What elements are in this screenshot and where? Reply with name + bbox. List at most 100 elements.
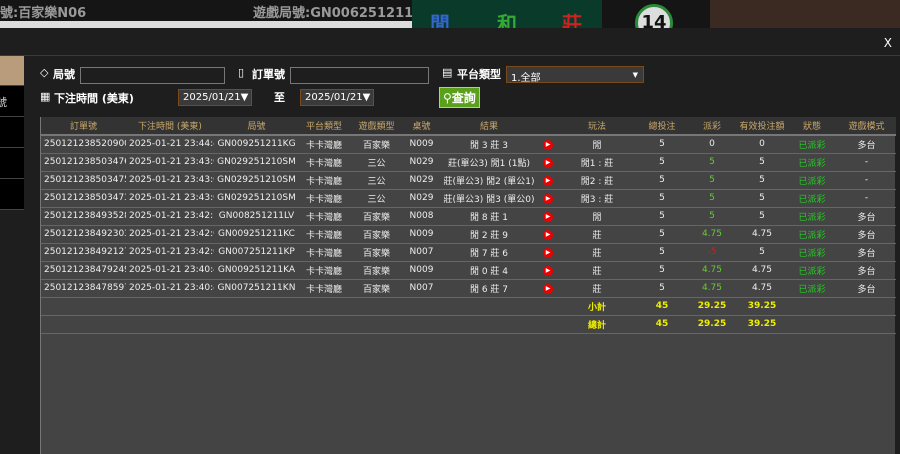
result-cell: 閒 2 莊 9 (439, 225, 539, 244)
play-icon[interactable]: ▶ (543, 193, 553, 204)
sidebar-item[interactable] (0, 179, 24, 210)
sidebar-item[interactable]: 號 (0, 86, 24, 117)
order-id-cell: 250121238492303 (41, 225, 126, 244)
game-background: 號:百家樂N06 遊戲局號:GN006251211JB 閒 和 莊 14 (0, 0, 900, 28)
play-icon[interactable]: ▶ (543, 247, 553, 258)
order-id-cell: 250121238503475 (41, 171, 126, 190)
round-id-cell: GN009251211KG (214, 135, 299, 154)
date-from-select[interactable]: 2025/01/21▼ (178, 89, 252, 106)
table-no-cell: N009 (404, 261, 439, 280)
table-row: 2501212384921272025-01-21 23:42:01GN0072… (41, 243, 896, 262)
game-mode-cell: 多台 (837, 279, 896, 298)
status-cell: 已派彩 (787, 189, 837, 208)
bet-time-cell: 2025-01-21 23:40:49 (126, 261, 214, 280)
result-cell: 閒 7 莊 6 (439, 243, 539, 262)
status-cell: 已派彩 (787, 171, 837, 190)
search-button[interactable]: ⚲查詢 (439, 87, 480, 108)
order-id-cell: 250121238503473 (41, 189, 126, 208)
game-type-cell: 百家樂 (349, 261, 404, 280)
round-label: 局號 (53, 68, 75, 81)
subtotal-row-payout: 29.25 (687, 297, 737, 316)
table-row: 2501212385209002025-01-21 23:44:42GN0092… (41, 135, 896, 154)
replay-cell: ▶ (539, 243, 557, 262)
grand-total-row: 總計 45 29.25 39.25 (41, 315, 896, 334)
subtotal-row-total-bet: 45 (637, 297, 687, 316)
valid-bet-cell: 5 (737, 243, 787, 262)
valid-bet-cell: 5 (737, 207, 787, 226)
time-label: 下注時間 (美東) (54, 92, 134, 105)
total-bet-cell: 5 (637, 225, 687, 244)
platform-cell: 卡卡灣廳 (299, 279, 349, 298)
countdown: 14 (635, 4, 673, 28)
sidebar-item[interactable] (0, 148, 24, 179)
search-button-label: 查詢 (451, 91, 476, 105)
bet-time-cell: 2025-01-21 23:42:11 (126, 207, 214, 226)
game-mode-cell: 多台 (837, 243, 896, 262)
platform-select[interactable]: 1.全部 ▼ (506, 66, 644, 84)
replay-cell: ▶ (539, 261, 557, 280)
bet-panel: 閒 和 莊 (412, 0, 602, 28)
subtotal-row-label: 小計 (557, 297, 637, 316)
round-id-cell: GN008251211LV (214, 207, 299, 226)
sidebar-item[interactable] (0, 117, 24, 148)
round-input[interactable] (80, 67, 225, 84)
column-header: 訂單號 (41, 117, 126, 136)
total-bet-cell: 5 (637, 153, 687, 172)
result-cell: 閒 3 莊 3 (439, 135, 539, 154)
close-button[interactable]: X (884, 36, 892, 50)
status-cell: 已派彩 (787, 225, 837, 244)
status-cell: 已派彩 (787, 243, 837, 262)
bet-type-cell: 莊 (557, 261, 637, 280)
order-input[interactable] (290, 67, 429, 84)
result-cell: 閒 0 莊 4 (439, 261, 539, 280)
order-id-cell: 250121238520900 (41, 135, 126, 154)
platform-cell: 卡卡灣廳 (299, 261, 349, 280)
platform-cell: 卡卡灣廳 (299, 171, 349, 190)
play-icon[interactable]: ▶ (543, 211, 553, 222)
table-header: 訂單號 下注時間 (美東) 局號 平台類型 遊戲類型 桌號 結果 玩法 總投注 派彩 有效投注額 狀態… (41, 117, 896, 136)
tie-label: 和 (497, 12, 517, 28)
play-icon[interactable]: ▶ (543, 157, 553, 168)
divider (0, 55, 900, 56)
payout-cell: -5 (687, 243, 737, 262)
column-header: 有效投注額 (737, 117, 787, 136)
play-icon[interactable]: ▶ (543, 229, 553, 240)
result-cell: 莊(單公3) 閒3 (單公0) (439, 189, 539, 208)
table-label: 號:百家樂N06 (0, 6, 87, 21)
date-to-select[interactable]: 2025/01/21▼ (300, 89, 374, 106)
bet-type-cell: 閒1 : 莊 (557, 153, 637, 172)
round-label: 遊戲局號:GN006251211JB (253, 6, 428, 21)
table-no-cell: N008 (404, 207, 439, 226)
result-cell: 閒 6 莊 7 (439, 279, 539, 298)
game-mode-cell: 多台 (837, 135, 896, 154)
total-bet-cell: 5 (637, 207, 687, 226)
round-id-cell: GN029251210SM (214, 189, 299, 208)
game-mode-cell: - (837, 171, 896, 190)
play-icon[interactable]: ▶ (543, 175, 553, 186)
valid-bet-cell: 5 (737, 153, 787, 172)
sidebar-item-active[interactable] (0, 56, 24, 86)
platform-cell: 卡卡灣廳 (299, 135, 349, 154)
spacer (787, 315, 896, 334)
column-header: 總投注 (637, 117, 687, 136)
platform-label: 平台類型 (457, 68, 501, 81)
column-header: 遊戲模式 (837, 117, 896, 136)
result-cell: 閒 8 莊 1 (439, 207, 539, 226)
spacer (41, 315, 557, 334)
play-icon[interactable]: ▶ (543, 139, 553, 150)
play-icon[interactable]: ▶ (543, 265, 553, 276)
grand-total-row-total-bet: 45 (637, 315, 687, 334)
order-id-cell: 250121238479249 (41, 261, 126, 280)
column-header: 下注時間 (美東) (126, 117, 214, 136)
live-video (710, 0, 900, 28)
clipboard-icon: ▯ (238, 66, 245, 79)
play-icon[interactable]: ▶ (543, 283, 553, 294)
replay-cell: ▶ (539, 135, 557, 154)
column-header: 局號 (214, 117, 299, 136)
chevron-down-icon: ▼ (632, 71, 638, 79)
table-no-cell: N029 (404, 171, 439, 190)
table-no-cell: N007 (404, 243, 439, 262)
banker-label: 莊 (562, 12, 582, 28)
replay-cell: ▶ (539, 171, 557, 190)
bet-time-cell: 2025-01-21 23:42:02 (126, 225, 214, 244)
